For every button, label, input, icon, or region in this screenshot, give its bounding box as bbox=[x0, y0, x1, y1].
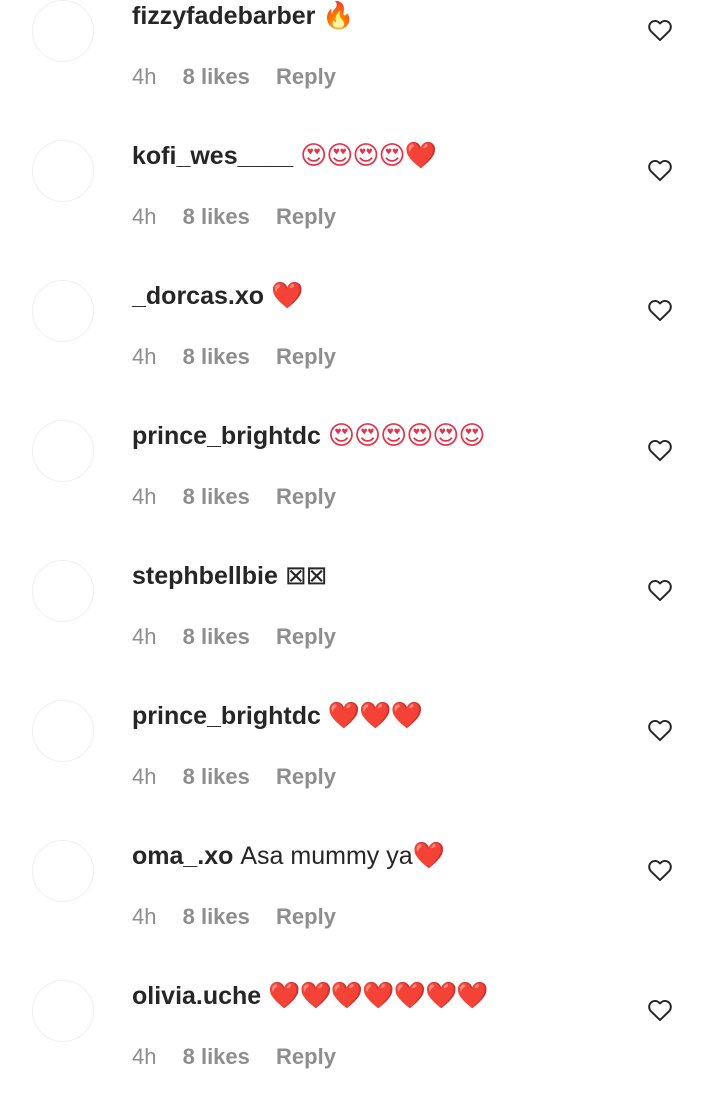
comment-meta: 4h 8 likes Reply bbox=[132, 202, 336, 232]
avatar[interactable] bbox=[32, 700, 94, 762]
comment-likes-count[interactable]: 8 likes bbox=[183, 484, 250, 509]
comment-timestamp: 4h bbox=[132, 904, 157, 929]
comment-emoji: ❤️ bbox=[270, 281, 303, 311]
comment-timestamp: 4h bbox=[132, 64, 157, 89]
avatar[interactable] bbox=[32, 840, 94, 902]
comment-line: oma_.xo Asa mummy ya❤️ bbox=[132, 839, 620, 873]
reply-button[interactable]: Reply bbox=[276, 484, 336, 509]
comment-item: stephbellbie ⊠⊠ 4h 8 likes Reply bbox=[0, 544, 720, 684]
comment-line: stephbellbie ⊠⊠ bbox=[132, 559, 620, 593]
comment-item: olivia.uche ❤️❤️❤️❤️❤️❤️❤️ 4h 8 likes Re… bbox=[0, 964, 720, 1104]
heart-outline-icon bbox=[648, 859, 672, 882]
comment-meta: 4h 8 likes Reply bbox=[132, 762, 336, 792]
heart-outline-icon bbox=[648, 579, 672, 602]
like-button[interactable] bbox=[646, 16, 674, 44]
comment-list: fizzyfadebarber 🔥 4h 8 likes Reply kofi_… bbox=[0, 0, 720, 1104]
comment-username[interactable]: _dorcas.xo bbox=[132, 282, 271, 310]
comment-timestamp: 4h bbox=[132, 624, 157, 649]
comment-line: olivia.uche ❤️❤️❤️❤️❤️❤️❤️ bbox=[132, 979, 620, 1013]
heart-outline-icon bbox=[648, 299, 672, 322]
comment-line: prince_brightdc 😍😍😍😍😍😍 bbox=[132, 419, 620, 453]
like-button[interactable] bbox=[646, 716, 674, 744]
reply-button[interactable]: Reply bbox=[276, 64, 336, 89]
reply-button[interactable]: Reply bbox=[276, 344, 336, 369]
comment-username[interactable]: oma_.xo bbox=[132, 842, 240, 870]
comment-username[interactable]: prince_brightdc bbox=[132, 702, 328, 730]
comment-likes-count[interactable]: 8 likes bbox=[183, 904, 250, 929]
comment-meta: 4h 8 likes Reply bbox=[132, 622, 336, 652]
like-button[interactable] bbox=[646, 436, 674, 464]
comment-line: fizzyfadebarber 🔥 bbox=[132, 0, 620, 33]
comment-meta: 4h 8 likes Reply bbox=[132, 902, 336, 932]
comment-username[interactable]: fizzyfadebarber bbox=[132, 2, 322, 30]
comment-emoji: ❤️ bbox=[412, 841, 445, 871]
comment-item: oma_.xo Asa mummy ya❤️ 4h 8 likes Reply bbox=[0, 824, 720, 964]
avatar[interactable] bbox=[32, 0, 94, 62]
comment-likes-count[interactable]: 8 likes bbox=[183, 624, 250, 649]
comment-timestamp: 4h bbox=[132, 764, 157, 789]
like-button[interactable] bbox=[646, 856, 674, 884]
comment-item: _dorcas.xo ❤️ 4h 8 likes Reply bbox=[0, 264, 720, 404]
comment-likes-count[interactable]: 8 likes bbox=[183, 64, 250, 89]
reply-button[interactable]: Reply bbox=[276, 204, 336, 229]
comment-meta: 4h 8 likes Reply bbox=[132, 342, 336, 372]
comment-item: prince_brightdc 😍😍😍😍😍😍 4h 8 likes Reply bbox=[0, 404, 720, 544]
comment-meta: 4h 8 likes Reply bbox=[132, 62, 336, 92]
comment-likes-count[interactable]: 8 likes bbox=[183, 764, 250, 789]
comment-line: prince_brightdc ❤️❤️❤️ bbox=[132, 699, 620, 733]
heart-outline-icon bbox=[648, 999, 672, 1022]
comment-emoji: 😍😍😍😍❤️ bbox=[300, 141, 437, 171]
comment-username[interactable]: olivia.uche bbox=[132, 982, 268, 1010]
comment-emoji: 😍😍😍😍😍😍 bbox=[327, 421, 486, 451]
comment-username[interactable]: stephbellbie bbox=[132, 562, 285, 590]
reply-button[interactable]: Reply bbox=[276, 904, 336, 929]
avatar[interactable] bbox=[32, 420, 94, 482]
avatar[interactable] bbox=[32, 560, 94, 622]
avatar[interactable] bbox=[32, 980, 94, 1042]
comment-item: prince_brightdc ❤️❤️❤️ 4h 8 likes Reply bbox=[0, 684, 720, 824]
reply-button[interactable]: Reply bbox=[276, 624, 336, 649]
heart-outline-icon bbox=[648, 719, 672, 742]
heart-outline-icon bbox=[648, 19, 672, 42]
comment-timestamp: 4h bbox=[132, 204, 157, 229]
reply-button[interactable]: Reply bbox=[276, 1044, 336, 1069]
comment-line: _dorcas.xo ❤️ bbox=[132, 279, 620, 313]
comment-emoji: ❤️❤️❤️❤️❤️❤️❤️ bbox=[268, 981, 489, 1011]
like-button[interactable] bbox=[646, 576, 674, 604]
comment-meta: 4h 8 likes Reply bbox=[132, 482, 336, 512]
comment-username[interactable]: kofi_wes____ bbox=[132, 142, 300, 170]
comment-timestamp: 4h bbox=[132, 344, 157, 369]
comment-username[interactable]: prince_brightdc bbox=[132, 422, 328, 450]
comment-text: Asa mummy ya bbox=[240, 842, 413, 870]
comment-emoji: 🔥 bbox=[322, 1, 354, 31]
comment-likes-count[interactable]: 8 likes bbox=[183, 344, 250, 369]
comment-timestamp: 4h bbox=[132, 484, 157, 509]
reply-button[interactable]: Reply bbox=[276, 764, 336, 789]
comment-line: kofi_wes____ 😍😍😍😍❤️ bbox=[132, 139, 620, 173]
comment-emoji: ⊠⊠ bbox=[284, 561, 328, 591]
like-button[interactable] bbox=[646, 996, 674, 1024]
heart-outline-icon bbox=[648, 439, 672, 462]
like-button[interactable] bbox=[646, 156, 674, 184]
avatar[interactable] bbox=[32, 140, 94, 202]
avatar[interactable] bbox=[32, 280, 94, 342]
comment-timestamp: 4h bbox=[132, 1044, 157, 1069]
like-button[interactable] bbox=[646, 296, 674, 324]
comment-likes-count[interactable]: 8 likes bbox=[183, 204, 250, 229]
comment-meta: 4h 8 likes Reply bbox=[132, 1042, 336, 1072]
comment-emoji: ❤️❤️❤️ bbox=[327, 701, 423, 731]
comment-item: fizzyfadebarber 🔥 4h 8 likes Reply bbox=[0, 0, 720, 124]
comment-likes-count[interactable]: 8 likes bbox=[183, 1044, 250, 1069]
comment-item: kofi_wes____ 😍😍😍😍❤️ 4h 8 likes Reply bbox=[0, 124, 720, 264]
heart-outline-icon bbox=[648, 159, 672, 182]
